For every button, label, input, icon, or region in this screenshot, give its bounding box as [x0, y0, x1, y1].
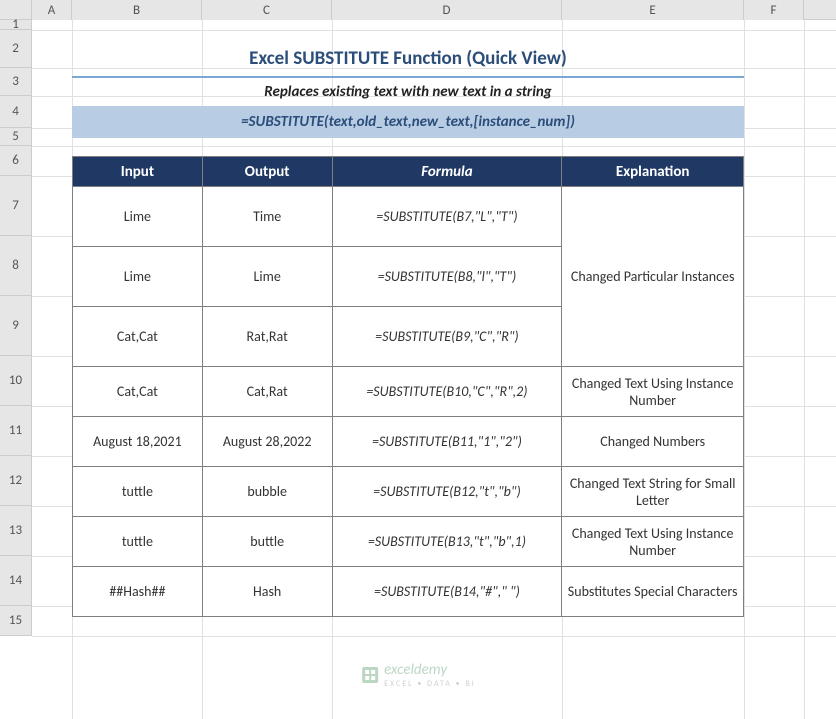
col-header-c[interactable]: C — [202, 0, 332, 20]
cell-output[interactable]: Lime — [202, 247, 332, 307]
cell-explanation[interactable]: Changed Text String for Small Letter — [562, 467, 744, 517]
table-row: Lime Time =SUBSTITUTE(B7,"L","T") Change… — [73, 187, 744, 247]
watermark: exceldemy EXCEL • DATA • BI — [360, 661, 476, 689]
cell-input[interactable]: Cat,Cat — [73, 367, 203, 417]
row-header-15[interactable]: 15 — [0, 606, 32, 636]
row-header-14[interactable]: 14 — [0, 556, 32, 606]
cell-output[interactable]: August 28,2022 — [202, 417, 332, 467]
col-header-b[interactable]: B — [72, 0, 202, 20]
cell-formula[interactable]: =SUBSTITUTE(B7,"L","T") — [332, 187, 562, 247]
cell-input[interactable]: Cat,Cat — [73, 307, 203, 367]
table-header-row: Input Output Formula Explanation — [73, 157, 744, 187]
row-header-5[interactable]: 5 — [0, 128, 32, 146]
row-header-10[interactable]: 10 — [0, 356, 32, 406]
cell-input[interactable]: ##Hash## — [73, 567, 203, 617]
cell-output[interactable]: Time — [202, 187, 332, 247]
cell-explanation[interactable]: Changed Text Using Instance Number — [562, 517, 744, 567]
table-row: August 18,2021 August 28,2022 =SUBSTITUT… — [73, 417, 744, 467]
cell-formula[interactable]: =SUBSTITUTE(B13,"t","b",1) — [332, 517, 562, 567]
row-header-1[interactable]: 1 — [0, 20, 32, 30]
table-row: ##Hash## Hash =SUBSTITUTE(B14,"#"," ") S… — [73, 567, 744, 617]
row-header-12[interactable]: 12 — [0, 456, 32, 506]
cell-output[interactable]: Cat,Rat — [202, 367, 332, 417]
cell-formula[interactable]: =SUBSTITUTE(B8,"l","T") — [332, 247, 562, 307]
cell-output[interactable]: Rat,Rat — [202, 307, 332, 367]
cell-input[interactable]: Lime — [73, 247, 203, 307]
cell-formula[interactable]: =SUBSTITUTE(B9,"C","R") — [332, 307, 562, 367]
watermark-icon — [360, 665, 380, 685]
row-header-9[interactable]: 9 — [0, 296, 32, 356]
cell-output[interactable]: bubble — [202, 467, 332, 517]
row-header-8[interactable]: 8 — [0, 236, 32, 296]
row-header-2[interactable]: 2 — [0, 30, 32, 68]
cell-input[interactable]: tuttle — [73, 467, 203, 517]
col-header-f[interactable]: F — [744, 0, 804, 20]
row-header-3[interactable]: 3 — [0, 68, 32, 96]
th-explanation[interactable]: Explanation — [562, 157, 744, 187]
cell-output[interactable]: Hash — [202, 567, 332, 617]
cell-formula[interactable]: =SUBSTITUTE(B14,"#"," ") — [332, 567, 562, 617]
table-row: tuttle bubble =SUBSTITUTE(B12,"t","b") C… — [73, 467, 744, 517]
cell-formula[interactable]: =SUBSTITUTE(B10,"C","R",2) — [332, 367, 562, 417]
col-header-e[interactable]: E — [562, 0, 744, 20]
cell-formula[interactable]: =SUBSTITUTE(B12,"t","b") — [332, 467, 562, 517]
cell-output[interactable]: buttle — [202, 517, 332, 567]
cell-explanation[interactable]: Changed Numbers — [562, 417, 744, 467]
cell-input[interactable]: tuttle — [73, 517, 203, 567]
col-header-d[interactable]: D — [332, 0, 562, 20]
th-formula[interactable]: Formula — [332, 157, 562, 187]
table-row: tuttle buttle =SUBSTITUTE(B13,"t","b",1)… — [73, 517, 744, 567]
row-header-6[interactable]: 6 — [0, 146, 32, 176]
cell-explanation[interactable]: Changed Text Using Instance Number — [562, 367, 744, 417]
cell-input[interactable]: Lime — [73, 187, 203, 247]
formula-template: =SUBSTITUTE(text,old_text,new_text,[inst… — [72, 106, 744, 138]
subtitle: Replaces existing text with new text in … — [72, 78, 744, 106]
data-table: Input Output Formula Explanation Lime Ti… — [72, 156, 744, 617]
th-output[interactable]: Output — [202, 157, 332, 187]
th-input[interactable]: Input — [73, 157, 203, 187]
row-header-7[interactable]: 7 — [0, 176, 32, 236]
cell-explanation[interactable]: Substitutes Special Characters — [562, 567, 744, 617]
page-title: Excel SUBSTITUTE Function (Quick View) — [72, 40, 744, 78]
row-header-13[interactable]: 13 — [0, 506, 32, 556]
table-row: Cat,Cat Cat,Rat =SUBSTITUTE(B10,"C","R",… — [73, 367, 744, 417]
cell-formula[interactable]: =SUBSTITUTE(B11,"1","2") — [332, 417, 562, 467]
watermark-brand: exceldemy — [384, 661, 476, 679]
watermark-tagline: EXCEL • DATA • BI — [384, 679, 476, 689]
cell-input[interactable]: August 18,2021 — [73, 417, 203, 467]
row-header-11[interactable]: 11 — [0, 406, 32, 456]
row-header-4[interactable]: 4 — [0, 96, 32, 128]
col-header-a[interactable]: A — [32, 0, 72, 20]
cell-explanation[interactable]: Changed Particular Instances — [562, 187, 744, 367]
